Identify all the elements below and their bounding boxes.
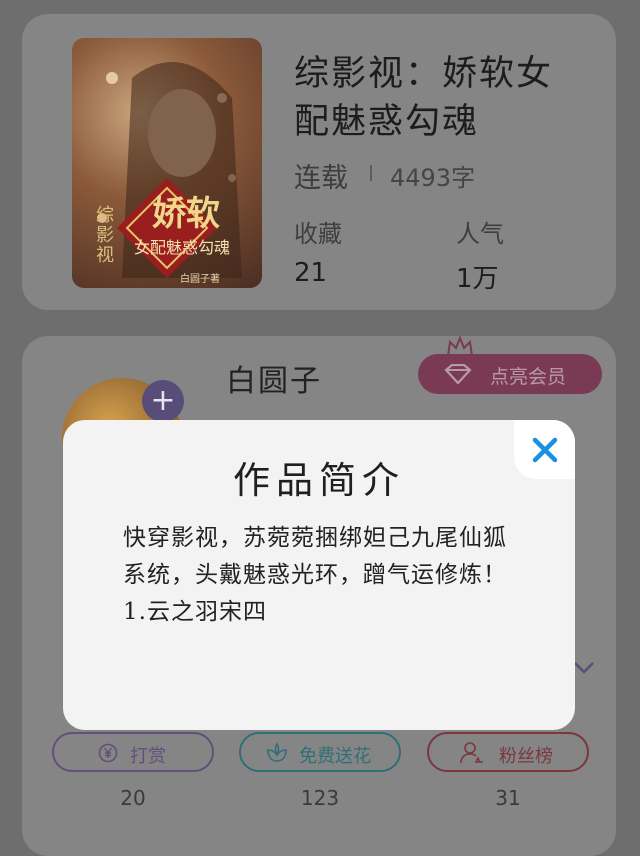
author-name: 白圆子 <box>226 364 322 399</box>
chevron-down-icon[interactable] <box>572 660 596 676</box>
dialog-title: 作品简介 <box>233 459 405 502</box>
book-cover[interactable]: 综影视 娇软 女配魅惑勾魂 白圆子著 <box>72 38 262 288</box>
close-icon <box>532 437 558 463</box>
cover-main-text: 娇软 <box>152 194 220 234</box>
fan-ranking-label: 粉丝榜 <box>499 746 553 767</box>
favorites-label: 收藏 <box>294 220 342 248</box>
fans-count: 31 <box>495 786 521 810</box>
cover-author-text: 白圆子著 <box>180 274 220 285</box>
diamond-icon <box>444 364 472 384</box>
flower-count: 123 <box>300 786 340 810</box>
word-count: 4493字 <box>390 164 476 192</box>
send-flower-label: 免费送花 <box>299 746 371 767</box>
follow-button[interactable]: + <box>142 380 184 422</box>
vip-button[interactable]: 点亮会员 <box>418 354 602 394</box>
synopsis-text: 快穿影视，苏菀菀捆绑妲己九尾仙狐系统，头戴魅惑光环，蹭气运修炼！ 1.云之羽宋四 <box>123 525 507 625</box>
flower-icon <box>267 742 287 762</box>
synopsis-dialog: 作品简介 快穿影视，苏菀菀捆绑妲己九尾仙狐系统，头戴魅惑光环，蹭气运修炼！ 1.… <box>63 420 575 730</box>
tip-button[interactable]: 打赏 <box>52 732 214 772</box>
status-divider <box>370 165 372 181</box>
cover-sub-text: 女配魅惑勾魂 <box>134 238 231 257</box>
yuan-coin-icon <box>98 743 118 763</box>
book-title: 综影视：娇软女配魅惑勾魂 <box>294 54 554 142</box>
popularity-count: 1万 <box>456 264 499 294</box>
fan-ranking-button[interactable]: 粉丝榜 <box>427 732 589 772</box>
vip-label: 点亮会员 <box>490 366 567 388</box>
close-button[interactable] <box>514 420 575 479</box>
favorites-count: 21 <box>294 258 328 288</box>
tip-label: 打赏 <box>130 746 166 767</box>
popularity-label: 人气 <box>456 220 504 248</box>
cover-side-text: 综影视 <box>96 205 114 266</box>
serial-status: 连载 <box>294 163 348 194</box>
plus-icon: + <box>150 383 176 418</box>
tip-count: 20 <box>120 786 146 810</box>
user-rank-icon <box>460 742 483 764</box>
send-flower-button[interactable]: 免费送花 <box>239 732 401 772</box>
